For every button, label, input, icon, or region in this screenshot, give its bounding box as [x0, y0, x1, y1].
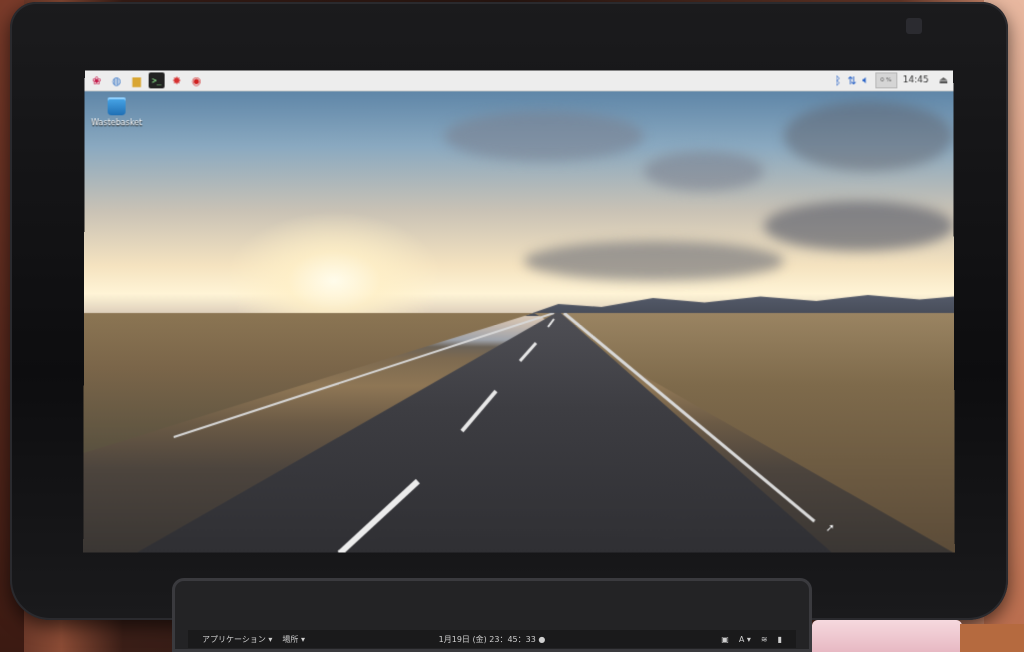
wastebasket-label: Wastebasket — [91, 118, 143, 128]
desk-surface — [960, 624, 1024, 652]
raspberry-menu-icon[interactable]: ❀ — [89, 72, 105, 88]
pink-object — [812, 620, 962, 652]
monitor-bezel: ❀ ◍ ▆ >_ ✸ ◉ ᛒ ⇅ 🔈︎ 0 % 14:45 ⏏ Wastebas… — [10, 2, 1008, 620]
bluetooth-icon[interactable]: ᛒ — [835, 74, 842, 87]
system-tray: ᛒ ⇅ 🔈︎ 0 % 14:45 ⏏ — [835, 70, 954, 90]
wastebasket-desktop-icon[interactable]: Wastebasket — [91, 97, 143, 127]
laptop-lid: アプリケーション ▾ 場所 ▾ 1月19日 (金) 23：45：33 ● ▣ A… — [172, 578, 812, 652]
raspberry-pi-desktop: ❀ ◍ ▆ >_ ✸ ◉ ᛒ ⇅ 🔈︎ 0 % 14:45 ⏏ Wastebas… — [83, 70, 955, 553]
display-icon[interactable]: ▣ — [721, 635, 729, 644]
launcher-bar: ❀ ◍ ▆ >_ ✸ ◉ — [85, 70, 205, 90]
places-menu[interactable]: 場所 ▾ — [282, 634, 305, 645]
terminal-icon[interactable]: >_ — [148, 72, 165, 89]
cloud — [523, 241, 784, 282]
input-method-indicator[interactable]: A ▾ — [739, 635, 751, 644]
mountains — [524, 286, 954, 316]
cpu-monitor[interactable]: 0 % — [874, 72, 897, 89]
laptop-clock[interactable]: 1月19日 (金) 23：45：33 ● — [439, 634, 546, 645]
wifi-icon[interactable]: ≋ — [761, 635, 768, 644]
volume-icon[interactable]: 🔈︎ — [862, 73, 869, 87]
panel-clock[interactable]: 14:45 — [903, 75, 929, 85]
cloud — [643, 151, 764, 192]
web-browser-icon[interactable]: ◍ — [109, 72, 125, 88]
cloud — [763, 201, 954, 252]
top-panel: ❀ ◍ ▆ >_ ✸ ◉ ᛒ ⇅ 🔈︎ 0 % 14:45 ⏏ — [84, 70, 954, 92]
applications-menu[interactable]: アプリケーション ▾ — [202, 634, 272, 645]
battery-icon[interactable]: ▮ — [778, 635, 782, 644]
trash-icon — [107, 97, 126, 116]
cloud — [444, 111, 644, 162]
wolfram-icon[interactable]: ◉ — [189, 72, 205, 88]
mouse-cursor-icon: ➚ — [825, 521, 835, 535]
desktop-wallpaper: Wastebasket ➚ — [83, 91, 955, 553]
network-icon[interactable]: ⇅ — [847, 74, 856, 87]
laptop-top-bar: アプリケーション ▾ 場所 ▾ 1月19日 (金) 23：45：33 ● ▣ A… — [188, 630, 796, 648]
eject-icon[interactable]: ⏏ — [939, 75, 948, 86]
cloud — [783, 101, 954, 172]
monitor-sensor — [906, 18, 922, 34]
mathematica-icon[interactable]: ✸ — [169, 72, 185, 88]
file-manager-icon[interactable]: ▆ — [129, 72, 145, 88]
